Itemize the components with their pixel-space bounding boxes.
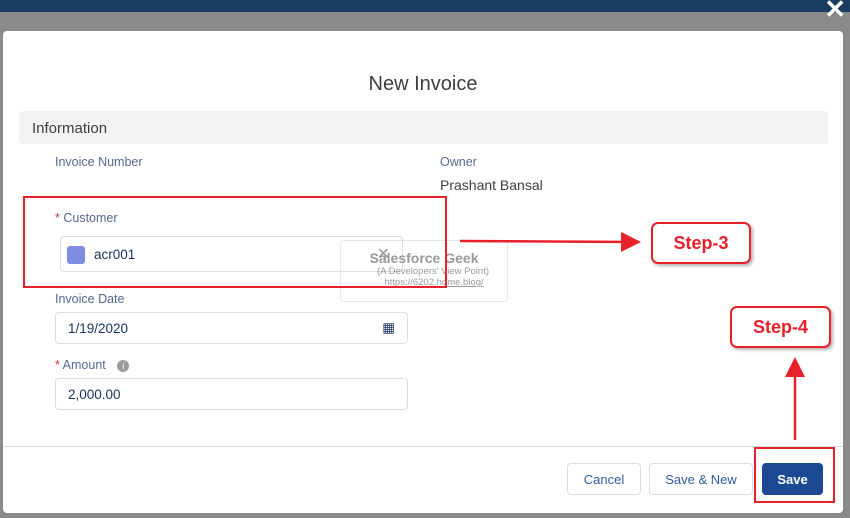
step4-callout: Step-4: [730, 306, 831, 348]
step3-callout: Step-3: [651, 222, 751, 264]
arrow-step3: [459, 231, 641, 252]
